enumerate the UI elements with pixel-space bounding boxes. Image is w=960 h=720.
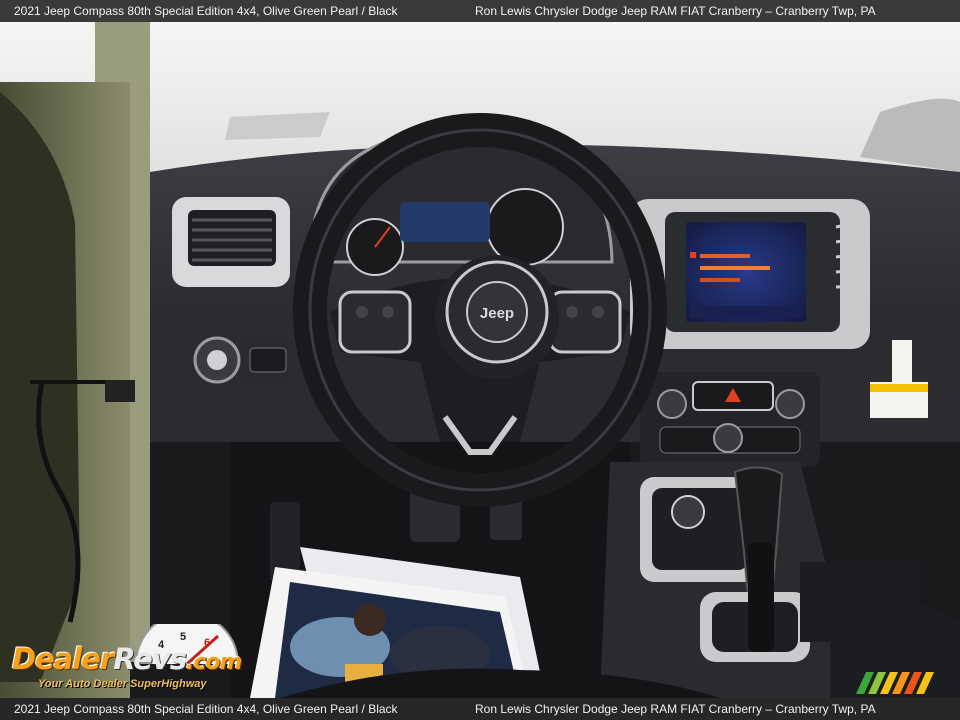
caption-bar-top: 2021 Jeep Compass 80th Special Edition 4… — [0, 0, 960, 22]
dealer-caption: Ron Lewis Chrysler Dodge Jeep RAM FIAT C… — [475, 4, 876, 18]
dashboard-photo: Jeep — [0, 22, 960, 698]
stripes-flag-icon — [856, 672, 934, 694]
caption-bar-bottom: 2021 Jeep Compass 80th Special Edition 4… — [0, 698, 960, 720]
dealerrevs-logo: 4 5 6 DealerRevs.com Your Auto Dealer Su… — [10, 624, 270, 696]
logo-wordmark: DealerRevs.com — [12, 642, 242, 676]
logo-tagline: Your Auto Dealer SuperHighway — [38, 678, 207, 690]
vehicle-caption: 2021 Jeep Compass 80th Special Edition 4… — [14, 4, 398, 18]
vehicle-caption-footer: 2021 Jeep Compass 80th Special Edition 4… — [14, 702, 398, 716]
steering-badge-text: Jeep — [480, 305, 514, 322]
dealer-caption-footer: Ron Lewis Chrysler Dodge Jeep RAM FIAT C… — [475, 702, 876, 716]
